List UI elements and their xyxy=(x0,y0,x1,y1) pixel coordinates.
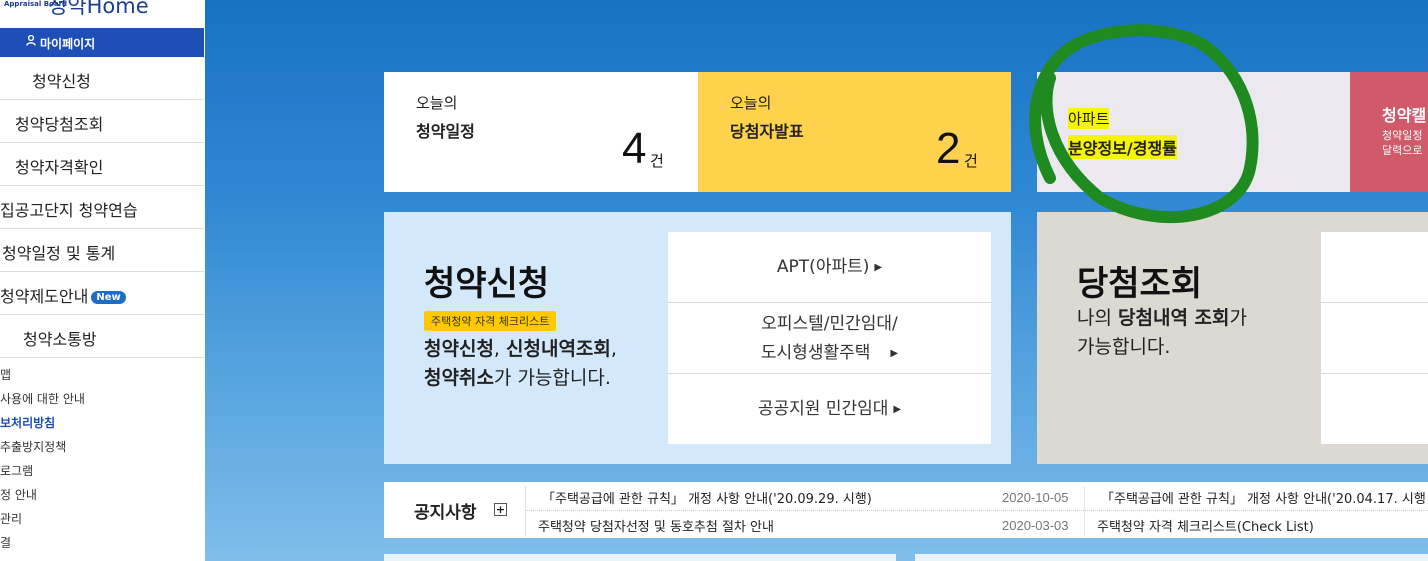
divider xyxy=(1084,486,1085,536)
footer-link[interactable]: 사용에 대한 안내 xyxy=(0,390,85,414)
card-title: 분양정보/경쟁률 xyxy=(1068,135,1177,159)
plus-icon[interactable]: + xyxy=(494,503,507,516)
sidebar-item-label: 청약자격확인 xyxy=(15,158,104,177)
officetel-apply-link[interactable]: 오피스텔/민간임대/ 도시형생활주택 ▶ xyxy=(668,303,991,374)
sidebar: Appraisal Board 청약Home 마이페이지 청약신청 청약당첨조회… xyxy=(0,0,205,561)
apt-apply-link[interactable]: APT(아파트) ▶ xyxy=(668,232,991,303)
lookup-link-list: A 오피 도 공공 xyxy=(1321,232,1428,444)
notice-date: 2020-10-05 xyxy=(1002,490,1069,505)
logo-text: 청약Home xyxy=(48,0,149,18)
count-unit: 건 xyxy=(964,152,978,170)
sidebar-item-community[interactable]: 청약소통방 xyxy=(0,315,204,358)
panel-title: 당첨조회 xyxy=(1077,264,1203,304)
mypage-label: 마이페이지 xyxy=(40,37,96,51)
card-title: 청약캘 xyxy=(1382,106,1427,125)
notice-bar: 공지사항 + 「주택공급에 관한 규칙」 개정 사항 안내('20.09.29.… xyxy=(384,482,1428,538)
sidebar-item-label: 청약당첨조회 xyxy=(15,115,104,134)
today-winners-card[interactable]: 오늘의 당첨자발표 2 건 xyxy=(698,72,1011,192)
footer-link[interactable]: 로그램 xyxy=(0,462,85,486)
footer-link[interactable]: 관리 xyxy=(0,510,85,534)
lookup-link[interactable]: 오피 도 xyxy=(1321,303,1428,374)
notice-item[interactable]: 「주택공급에 관한 규칙」 개정 사항 안내('20.09.29. 시행) xyxy=(542,488,872,507)
logo[interactable]: Appraisal Board 청약Home xyxy=(0,0,205,18)
footer-link[interactable]: 결 xyxy=(0,534,85,558)
sidebar-item-win-lookup[interactable]: 청약당첨조회 xyxy=(0,100,204,143)
count-unit: 건 xyxy=(650,152,664,170)
footer-link-privacy[interactable]: 보처리방침 xyxy=(0,414,85,438)
divider xyxy=(525,510,1428,511)
lookup-link[interactable]: 공공 xyxy=(1321,374,1428,444)
card-caption: 오늘의 xyxy=(416,94,458,112)
sidebar-item-eligibility[interactable]: 청약자격확인 xyxy=(0,143,204,186)
sidebar-item-system-guide[interactable]: 청약제도안내 New xyxy=(0,272,204,315)
apply-panel: 청약신청 주택청약 자격 체크리스트 청약신청, 신청내역조회, 청약취소가 가… xyxy=(384,212,1011,464)
checklist-tag[interactable]: 주택청약 자격 체크리스트 xyxy=(424,311,557,331)
notice-date: 2020-03-03 xyxy=(1002,518,1069,533)
notice-item[interactable]: 주택청약 자격 체크리스트(Check List) xyxy=(1097,516,1314,535)
today-schedule-card[interactable]: 오늘의 청약일정 4 건 xyxy=(384,72,698,192)
sidebar-item-label: 청약소통방 xyxy=(23,330,97,349)
winner-lookup-panel: 당첨조회 나의 당첨내역 조회가 가능합니다. A 오피 도 공공 xyxy=(1037,212,1428,464)
bottom-panel xyxy=(915,554,1428,561)
divider xyxy=(525,486,526,536)
footer-link[interactable]: 추출방지정책 xyxy=(0,438,85,462)
sidebar-item-practice[interactable]: 집공고단지 청약연습 xyxy=(0,186,204,229)
card-caption: 청약일정 달력으로 xyxy=(1382,129,1423,157)
panel-description: 청약신청, 신청내역조회, 청약취소가 가능합니다. xyxy=(424,338,617,389)
public-rental-link[interactable]: 공공지원 민간임대 ▶ xyxy=(668,374,991,444)
footer-links: 맵 사용에 대한 안내 보처리방침 추출방지정책 로그램 정 안내 관리 결 xyxy=(0,366,85,558)
lookup-link[interactable]: A xyxy=(1321,232,1428,303)
notice-item[interactable]: 「주택공급에 관한 규칙」 개정 사항 안내('20.04.17. 시행 xyxy=(1101,488,1426,507)
calendar-card[interactable]: 청약캘 청약일정 달력으로 xyxy=(1350,72,1428,192)
panel-title: 청약신청 xyxy=(424,264,550,304)
notice-title[interactable]: 공지사항 xyxy=(414,498,477,523)
footer-link[interactable]: 정 안내 xyxy=(0,486,85,510)
notice-item[interactable]: 주택청약 당첨자선정 및 동호추첨 절차 안내 xyxy=(538,516,774,535)
panel-description: 나의 당첨내역 조회가 가능합니다. xyxy=(1077,307,1247,358)
winners-count: 2 xyxy=(936,124,961,173)
bottom-panel xyxy=(384,554,896,561)
sidebar-item-apply[interactable]: 청약신청 xyxy=(0,57,204,100)
sidebar-item-schedule-stats[interactable]: 청약일정 및 통계 xyxy=(0,229,204,272)
new-badge: New xyxy=(91,291,126,304)
sidebar-item-label: 청약일정 및 통계 xyxy=(2,244,116,263)
sidebar-item-label: 집공고단지 청약연습 xyxy=(0,201,138,220)
mypage-button[interactable]: 마이페이지 xyxy=(0,28,204,57)
schedule-count: 4 xyxy=(622,124,647,173)
card-title: 청약일정 xyxy=(416,122,475,141)
triangle-right-icon: ▶ xyxy=(893,404,902,415)
footer-link[interactable]: 맵 xyxy=(0,366,85,390)
sidebar-item-label: 청약신청 xyxy=(32,72,91,91)
triangle-right-icon: ▶ xyxy=(890,348,899,359)
apt-info-card[interactable]: 아파트 분양정보/경쟁률 xyxy=(1037,72,1350,192)
triangle-right-icon: ▶ xyxy=(874,262,883,273)
apply-link-list: APT(아파트) ▶ 오피스텔/민간임대/ 도시형생활주택 ▶ 공공지원 민간임대 ▶ xyxy=(668,232,991,444)
person-icon xyxy=(26,34,36,49)
card-title: 당첨자발표 xyxy=(730,122,804,141)
card-caption: 오늘의 xyxy=(730,94,772,112)
card-caption: 아파트 xyxy=(1068,108,1110,129)
sidebar-item-label: 청약제도안내 xyxy=(0,287,89,306)
